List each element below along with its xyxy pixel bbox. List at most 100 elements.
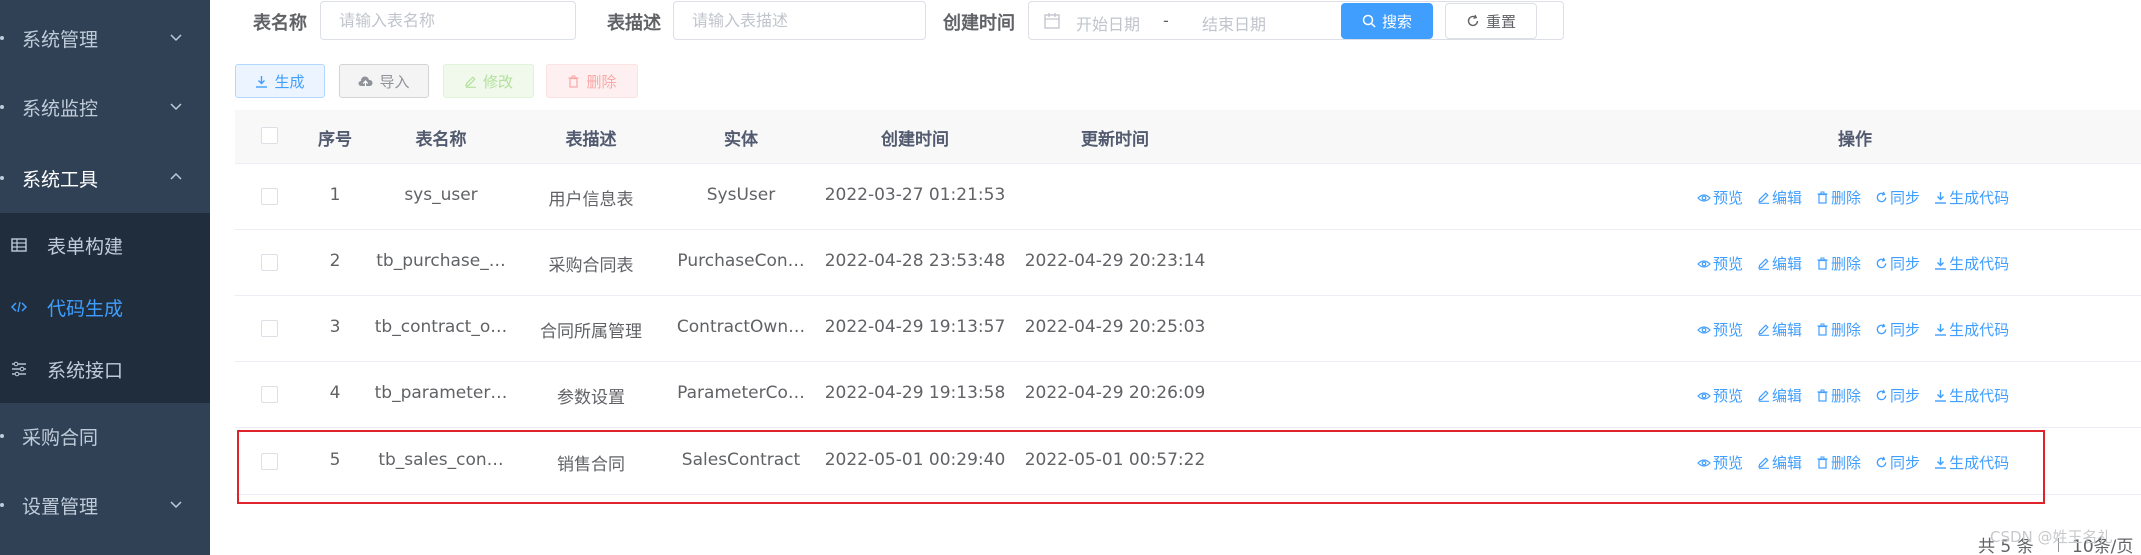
sidebar-item-settings[interactable]: 设置管理 xyxy=(0,470,210,540)
delete-link[interactable]: 删除 xyxy=(1816,385,1861,406)
generate-code-label: 生成代码 xyxy=(1949,189,2010,207)
row-checkbox[interactable] xyxy=(261,254,278,271)
sidebar: 系统管理 系统监控 系统工具 表单构建 代码生成 系统接口 采购合同 设置管理 xyxy=(0,0,210,555)
table-header: 序号 表名称 表描述 实体 创建时间 更新时间 操作 xyxy=(235,110,2141,164)
generate-code-label: 生成代码 xyxy=(1949,387,2010,405)
delete-link[interactable]: 删除 xyxy=(1816,319,1861,340)
sync-label: 同步 xyxy=(1890,189,1921,207)
header-index: 序号 xyxy=(318,130,352,150)
sync-link[interactable]: 同步 xyxy=(1875,319,1920,340)
generate-code-link[interactable]: 生成代码 xyxy=(1934,319,2009,340)
table-name-input[interactable]: 请输入表名称 xyxy=(320,1,576,40)
edit-link[interactable]: 编辑 xyxy=(1757,187,1802,208)
preview-link[interactable]: 预览 xyxy=(1697,253,1743,274)
sidebar-item-system-monitor[interactable]: 系统监控 xyxy=(0,72,210,142)
edit-link[interactable]: 编辑 xyxy=(1757,253,1802,274)
sidebar-item-form-builder[interactable]: 表单构建 xyxy=(0,213,210,275)
sidebar-item-system-tools[interactable]: 系统工具 xyxy=(0,143,210,213)
eye-icon xyxy=(1697,193,1711,202)
cell-table-desc: 参数设置 xyxy=(557,388,625,408)
code-icon xyxy=(10,298,28,316)
sidebar-item-label: 采购合同 xyxy=(22,426,99,449)
row-actions: 预览 编辑 删除 同步 生成代码 xyxy=(1697,187,2009,208)
edit-label: 编辑 xyxy=(1772,255,1803,273)
sidebar-item-label: 系统管理 xyxy=(22,28,99,51)
sidebar-item-label: 设置管理 xyxy=(22,495,99,518)
cell-table-name: tb_contract_o… xyxy=(374,317,508,337)
sync-link[interactable]: 同步 xyxy=(1875,187,1920,208)
sidebar-item-label: 系统工具 xyxy=(22,168,99,191)
start-date-input[interactable]: 开始日期 xyxy=(1076,11,1140,35)
cell-table-desc: 用户信息表 xyxy=(548,190,634,210)
import-button[interactable]: 导入 xyxy=(339,64,429,98)
preview-label: 预览 xyxy=(1713,387,1744,405)
sidebar-submenu: 表单构建 代码生成 系统接口 xyxy=(0,213,210,403)
generate-code-link[interactable]: 生成代码 xyxy=(1934,385,2009,406)
generate-code-label: 生成代码 xyxy=(1949,255,2010,273)
download-icon xyxy=(256,75,268,88)
cell-updated: 2022-04-29 20:26:09 xyxy=(1024,383,1206,403)
generate-code-link[interactable]: 生成代码 xyxy=(1934,187,2009,208)
header-table-desc: 表描述 xyxy=(565,130,617,150)
preview-link[interactable]: 预览 xyxy=(1697,187,1743,208)
row-checkbox[interactable] xyxy=(261,386,278,403)
cell-index: 2 xyxy=(329,251,341,271)
preview-link[interactable]: 预览 xyxy=(1697,385,1743,406)
end-date-input[interactable]: 结束日期 xyxy=(1202,11,1266,35)
sync-link[interactable]: 同步 xyxy=(1875,385,1920,406)
table-row[interactable]: 4 tb_parameter… 参数设置 ParameterCo… 2022-0… xyxy=(235,362,2141,428)
edit-link[interactable]: 编辑 xyxy=(1757,319,1802,340)
generate-code-link[interactable]: 生成代码 xyxy=(1934,253,2009,274)
delete-label: 删除 xyxy=(1831,321,1862,339)
download-icon xyxy=(1935,390,1947,402)
cell-created: 2022-04-29 19:13:58 xyxy=(824,383,1006,403)
row-checkbox[interactable] xyxy=(261,320,278,337)
preview-link[interactable]: 预览 xyxy=(1697,319,1743,340)
row-checkbox[interactable] xyxy=(261,188,278,205)
bullet-icon xyxy=(0,36,4,40)
edit-link[interactable]: 编辑 xyxy=(1757,385,1802,406)
header-created: 创建时间 xyxy=(881,130,949,150)
refresh-icon xyxy=(1876,191,1887,203)
delete-link[interactable]: 删除 xyxy=(1816,253,1861,274)
download-icon xyxy=(1935,192,1947,204)
delete-link[interactable]: 删除 xyxy=(1816,187,1861,208)
search-button[interactable]: 搜索 xyxy=(1341,3,1433,39)
bullet-icon xyxy=(0,176,4,180)
cell-entity: ContractOwn… xyxy=(676,317,806,337)
edit-icon xyxy=(1758,192,1770,204)
generate-button[interactable]: 生成 xyxy=(235,64,325,98)
delete-label: 删除 xyxy=(1831,255,1862,273)
table-desc-input[interactable]: 请输入表描述 xyxy=(673,1,926,40)
watermark: CSDN @姓王名礼 xyxy=(1990,528,2113,546)
chevron-down-icon xyxy=(170,31,182,43)
select-all-checkbox[interactable] xyxy=(261,127,278,144)
edit-label: 编辑 xyxy=(1772,189,1803,207)
bullet-icon xyxy=(0,434,4,438)
sync-label: 同步 xyxy=(1890,255,1921,273)
sidebar-item-code-generation[interactable]: 代码生成 xyxy=(0,275,210,337)
table-row[interactable]: 3 tb_contract_o… 合同所属管理 ContractOwn… 202… xyxy=(235,296,2141,362)
reset-button[interactable]: 重置 xyxy=(1445,3,1537,39)
refresh-icon xyxy=(1876,389,1887,401)
sidebar-item-purchase-contract[interactable]: 采购合同 xyxy=(0,401,210,471)
table-row[interactable]: 2 tb_purchase_… 采购合同表 PurchaseCon… 2022-… xyxy=(235,230,2141,296)
header-updated: 更新时间 xyxy=(1081,130,1149,150)
sidebar-item-system-api[interactable]: 系统接口 xyxy=(0,337,210,399)
sidebar-item-system-management[interactable]: 系统管理 xyxy=(0,3,210,73)
edit-icon xyxy=(1758,258,1770,270)
delete-button[interactable]: 删除 xyxy=(546,64,638,98)
trash-icon xyxy=(1817,191,1828,204)
cell-updated: 2022-04-29 20:23:14 xyxy=(1024,251,1206,271)
calendar-icon xyxy=(1043,12,1061,30)
cell-table-name: sys_user xyxy=(404,185,478,205)
cell-table-desc: 合同所属管理 xyxy=(540,322,642,342)
trash-icon xyxy=(1817,257,1828,270)
sidebar-item-label: 系统接口 xyxy=(47,360,124,382)
search-icon xyxy=(1362,14,1376,28)
sync-link[interactable]: 同步 xyxy=(1875,253,1920,274)
preview-label: 预览 xyxy=(1713,321,1744,339)
download-icon xyxy=(1935,324,1947,336)
table-row[interactable]: 1 sys_user 用户信息表 SysUser 2022-03-27 01:2… xyxy=(235,164,2141,230)
modify-button[interactable]: 修改 xyxy=(443,64,534,98)
